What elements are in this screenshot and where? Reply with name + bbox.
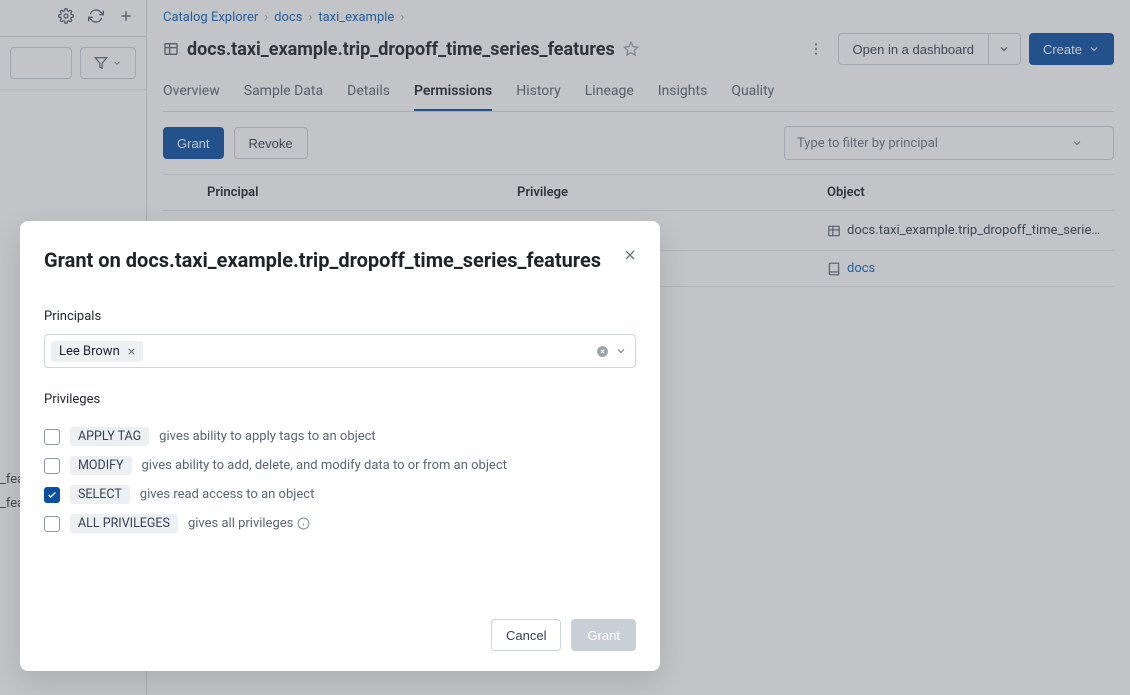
modal-footer: Cancel Grant	[44, 583, 636, 651]
close-icon[interactable]	[618, 243, 642, 267]
privilege-row-apply-tag: APPLY TAG gives ability to apply tags to…	[44, 427, 636, 446]
privilege-row-select: SELECT gives read access to an object	[44, 485, 636, 504]
privilege-name: APPLY TAG	[70, 427, 149, 446]
privilege-row-all-privileges: ALL PRIVILEGES gives all privileges	[44, 514, 636, 533]
privilege-name: SELECT	[70, 485, 130, 504]
clear-all-icon[interactable]	[596, 345, 609, 358]
privileges-label: Privileges	[44, 392, 636, 407]
principal-chip: Lee Brown	[51, 341, 143, 362]
chevron-down-icon[interactable]	[615, 345, 627, 357]
privilege-desc: gives all privileges	[188, 516, 310, 531]
remove-chip-icon[interactable]	[126, 346, 137, 357]
privileges-list: APPLY TAG gives ability to apply tags to…	[44, 427, 636, 533]
privilege-name: MODIFY	[70, 456, 132, 475]
grant-modal: Grant on docs.taxi_example.trip_dropoff_…	[20, 221, 660, 671]
privilege-row-modify: MODIFY gives ability to add, delete, and…	[44, 456, 636, 475]
checkbox-modify[interactable]	[44, 458, 60, 474]
privilege-desc: gives read access to an object	[140, 487, 315, 502]
privilege-name: ALL PRIVILEGES	[70, 514, 178, 533]
privilege-desc: gives ability to apply tags to an object	[159, 429, 376, 444]
checkbox-select[interactable]	[44, 487, 60, 503]
principals-label: Principals	[44, 309, 636, 324]
principals-input[interactable]: Lee Brown	[44, 334, 636, 368]
modal-title: Grant on docs.taxi_example.trip_dropoff_…	[44, 247, 636, 273]
info-icon[interactable]	[297, 517, 310, 530]
privilege-desc: gives ability to add, delete, and modify…	[142, 458, 507, 473]
grant-submit-button[interactable]: Grant	[571, 619, 636, 651]
checkbox-apply-tag[interactable]	[44, 429, 60, 445]
checkbox-all-privileges[interactable]	[44, 516, 60, 532]
principal-chip-label: Lee Brown	[59, 344, 120, 359]
cancel-button[interactable]: Cancel	[491, 619, 561, 651]
